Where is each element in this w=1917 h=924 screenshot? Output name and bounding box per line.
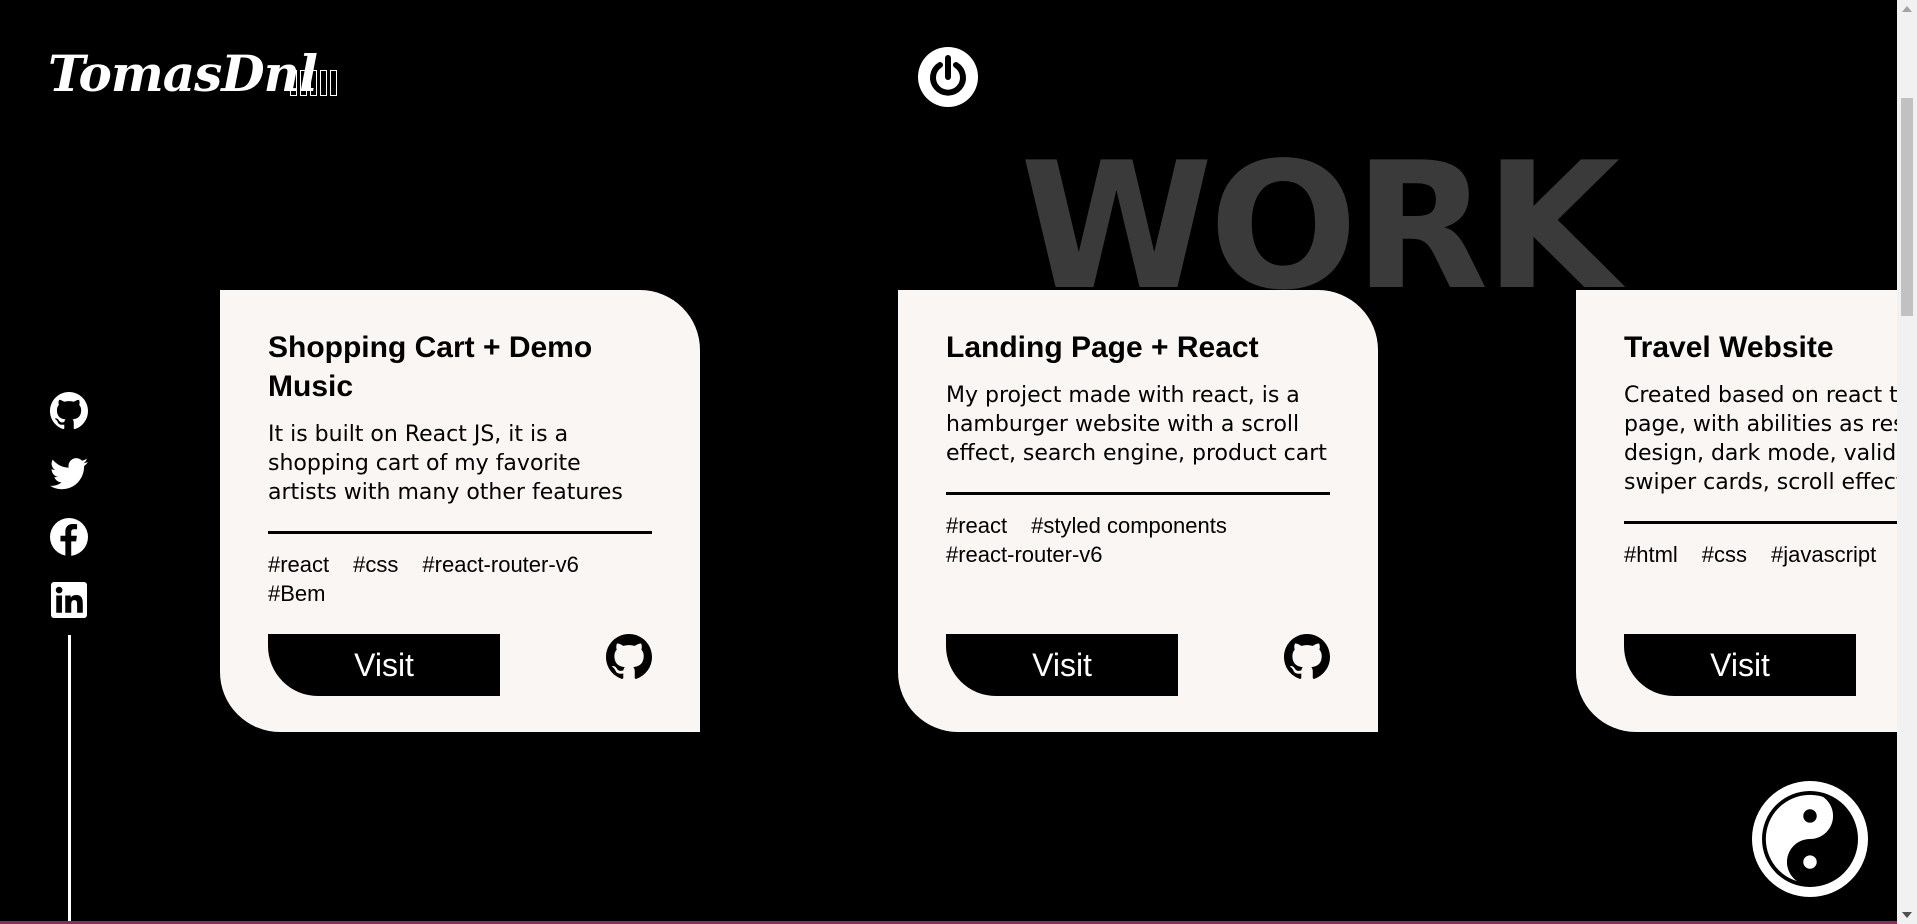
scrollbar-thumb[interactable] [1901, 98, 1913, 316]
project-title: Landing Page + React [946, 331, 1259, 364]
github-icon [50, 392, 88, 430]
visit-button[interactable]: Visit [268, 634, 500, 696]
facebook-icon [50, 518, 88, 556]
tag: #react [946, 513, 1008, 538]
tag: #html [1624, 542, 1678, 567]
project-github-link[interactable] [606, 634, 652, 680]
tag: #javascript [1771, 542, 1877, 567]
tag: #css [353, 552, 399, 577]
theme-toggle-button[interactable] [1752, 781, 1868, 897]
card-divider [268, 531, 652, 534]
project-tags: #react #css #react-router-v6 #Bem [268, 550, 652, 608]
scroll-up-arrow-icon[interactable] [1902, 6, 1912, 12]
scroll-down-arrow-icon[interactable] [1902, 912, 1912, 918]
tag: #react-router-v6 [946, 542, 1103, 567]
project-description: It is built on React JS, it is a shoppin… [268, 422, 623, 505]
yin-yang-icon [1762, 791, 1858, 887]
project-card: Travel Website Created based on react tr… [1576, 290, 1897, 732]
facebook-link[interactable] [48, 516, 90, 558]
glyph-box [290, 70, 297, 96]
visit-button[interactable]: Visit [1624, 634, 1856, 696]
github-link[interactable] [48, 390, 90, 432]
card-divider [1624, 521, 1897, 524]
tag: #styled components [1031, 513, 1227, 538]
project-tags: #react #styled components #react-router-… [946, 511, 1330, 569]
power-icon [930, 55, 966, 96]
linkedin-link[interactable] [48, 579, 90, 621]
tag: #css [1701, 542, 1748, 567]
project-title: Travel Website [1624, 331, 1834, 364]
page-viewport: TomasDnl WORK Shopping Cart + Demo Music… [0, 0, 1897, 924]
section-watermark: WORK [1020, 126, 1620, 329]
power-button[interactable] [918, 47, 978, 107]
project-card: Shopping Cart + Demo Music It is built o… [220, 290, 700, 732]
visit-button[interactable]: Visit [946, 634, 1178, 696]
vertical-scrollbar[interactable] [1897, 0, 1917, 924]
glyph-box [320, 70, 327, 96]
linkedin-icon [51, 582, 87, 618]
project-title: Shopping Cart + Demo Music [268, 331, 593, 403]
logo-glyphs [290, 70, 337, 96]
tag: #react [268, 552, 330, 577]
social-divider-line [68, 635, 71, 924]
project-tags: #html #css #javascript [1624, 540, 1897, 569]
card-divider [946, 492, 1330, 495]
github-icon [606, 634, 652, 679]
logo[interactable]: TomasDnl [48, 44, 318, 103]
glyph-box [330, 70, 337, 96]
github-icon [1284, 634, 1330, 679]
twitter-link[interactable] [48, 453, 90, 495]
glyph-box [300, 70, 307, 96]
tag: #Bem [268, 581, 326, 606]
twitter-icon [50, 458, 88, 490]
project-description: My project made with react, is a hamburg… [946, 383, 1327, 466]
project-description: Created based on react travel page, with… [1624, 383, 1897, 495]
project-github-link[interactable] [1284, 634, 1330, 680]
glyph-box [310, 70, 317, 96]
project-card: Landing Page + React My project made wit… [898, 290, 1378, 732]
tag: #react-router-v6 [422, 552, 579, 577]
